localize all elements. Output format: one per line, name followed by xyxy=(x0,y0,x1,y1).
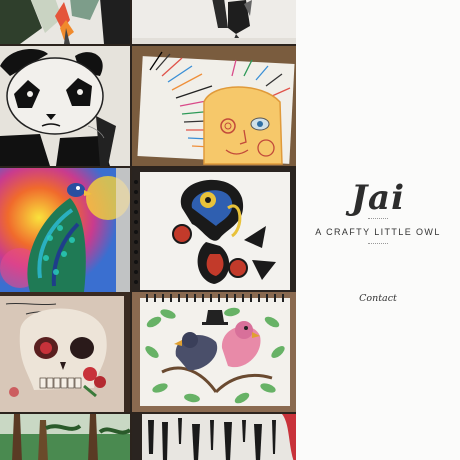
site-tagline: A CRAFTY LITTLE OWL xyxy=(315,227,441,237)
artwork-black-ink-crop[interactable] xyxy=(132,0,296,44)
artwork-gallery xyxy=(0,0,296,460)
site-title[interactable]: Jai xyxy=(296,178,460,218)
artwork-paisley[interactable] xyxy=(132,168,296,292)
sidebar: Jai A CRAFTY LITTLE OWL Contact xyxy=(296,0,460,460)
artwork-birds[interactable] xyxy=(132,292,296,412)
artwork-ink-drips[interactable] xyxy=(132,414,296,460)
artwork-sun-face[interactable] xyxy=(132,46,296,166)
artwork-peacock[interactable] xyxy=(0,168,130,292)
artwork-forest[interactable] xyxy=(0,414,130,460)
page: Jai A CRAFTY LITTLE OWL Contact xyxy=(0,0,460,460)
title-divider-bottom xyxy=(368,243,388,244)
contact-link[interactable]: Contact xyxy=(296,293,460,304)
artwork-panda[interactable] xyxy=(0,46,130,166)
title-divider-top xyxy=(368,218,388,219)
artwork-skull[interactable] xyxy=(0,292,130,412)
artwork-flower-crop[interactable] xyxy=(0,0,130,44)
